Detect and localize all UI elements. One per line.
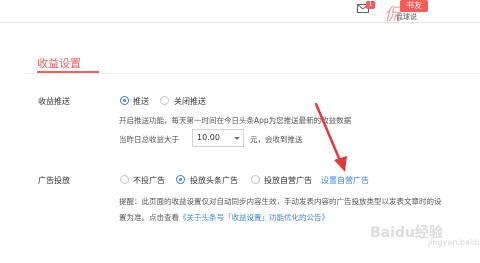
radio-toutiao-ads[interactable] [176, 175, 185, 184]
threshold-select-value: 10.00 [197, 133, 220, 142]
notice-line-1: 提醒：此页面的收益设置仅对自动同步内容生效，手动发表内容的广告投放类型以发表文章… [119, 197, 442, 206]
push-description: 开启推送功能，每天第一时间在今日头条App为您推送最新的收益数据 [119, 116, 352, 125]
radio-push-off[interactable] [160, 96, 169, 105]
radio-own-ads-label[interactable]: 投放自营广告 [264, 175, 312, 186]
own-ads-settings-link[interactable]: 设置自营广告 [321, 175, 369, 186]
radio-push-on[interactable] [120, 96, 129, 105]
radio-no-ads[interactable] [120, 175, 129, 184]
radio-push-on-label[interactable]: 推送 [133, 96, 149, 107]
watermark-url: jingyan.baidu.com [428, 238, 480, 247]
ad-delivery-label: 广告投放 [38, 176, 70, 185]
threshold-suffix: 元，会收到推送 [250, 135, 303, 144]
avatar-tag: 书友 [400, 0, 428, 12]
username[interactable]: 侃球说 [396, 12, 417, 22]
radio-push-off-label[interactable]: 关闭推送 [174, 96, 206, 107]
threshold-prefix: 当昨日总收益大于 [119, 135, 179, 144]
top-bar-divider [0, 22, 480, 23]
mail-badge: 1 [366, 1, 375, 9]
notice-line-2: 置为准。点击查看《关于头条号「收益设置」功能优化的公告》 [119, 212, 329, 223]
income-push-label: 收益推送 [38, 97, 70, 106]
radio-no-ads-label[interactable]: 不投广告 [133, 175, 165, 186]
radio-own-ads[interactable] [251, 175, 260, 184]
section-title: 收益设置 [37, 57, 81, 70]
radio-toutiao-ads-label[interactable]: 投放头条广告 [190, 175, 238, 186]
notice-announcement-link[interactable]: 《关于头条号「收益设置」功能优化的公告》 [179, 213, 329, 222]
chevron-down-icon [234, 137, 240, 140]
notice-line-2-text: 置为准。点击查看 [119, 213, 179, 222]
section-divider [26, 73, 480, 74]
